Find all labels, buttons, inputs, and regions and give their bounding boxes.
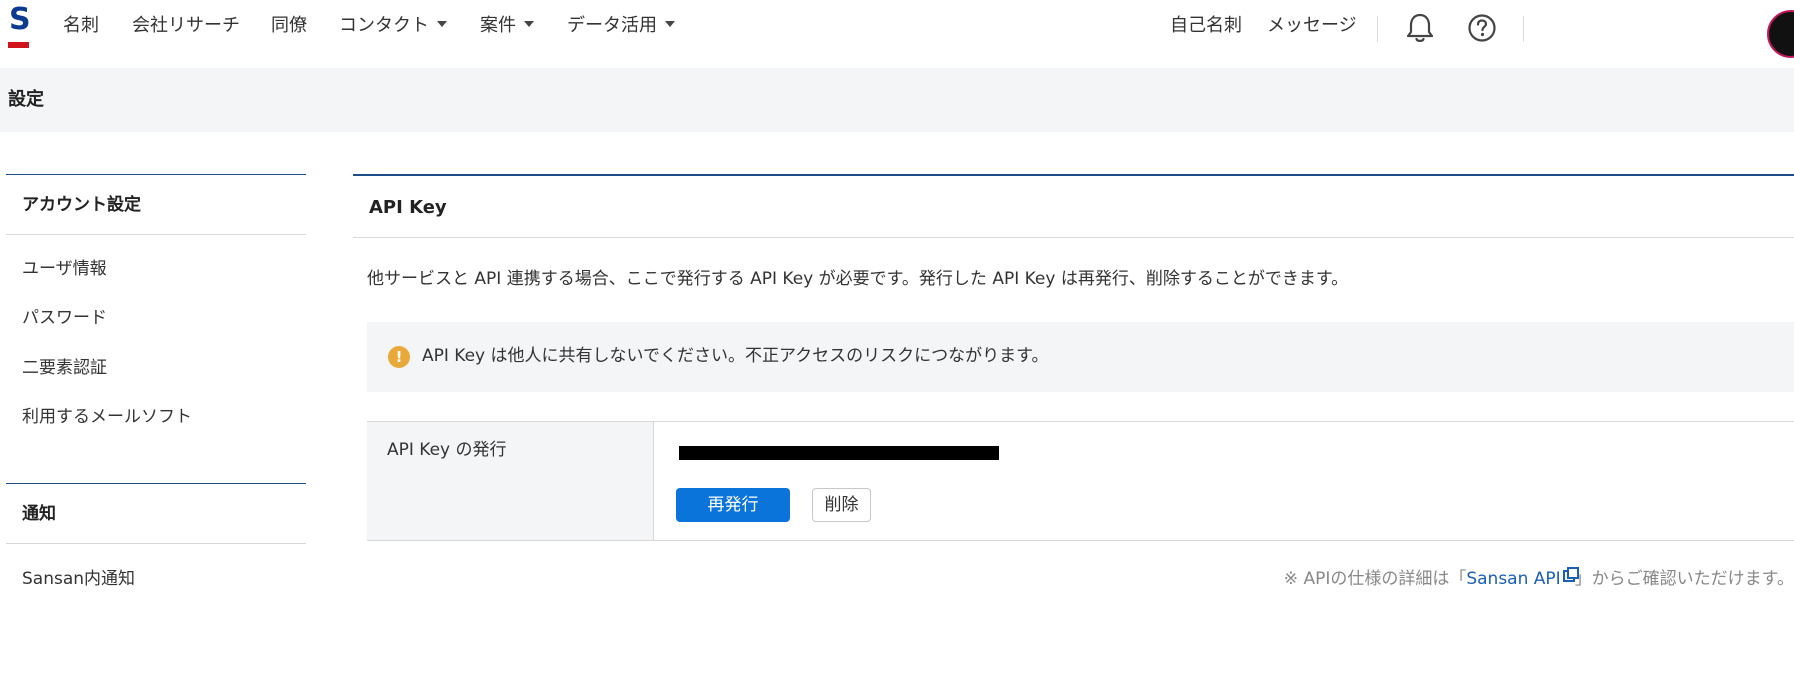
sidebar-item-sansan-notifications[interactable]: Sansan内通知 <box>22 567 135 591</box>
top-navigation: S 名刺 会社リサーチ 同僚 コンタクト 案件 データ活用 自己名刺 メッセージ <box>0 0 1794 68</box>
page-header: 設定 <box>0 68 1794 132</box>
warning-banner: ! API Key は他人に共有しないでください。不正アクセスのリスクにつながり… <box>367 322 1794 392</box>
nav-item-colleagues[interactable]: 同僚 <box>271 14 307 38</box>
api-footnote: ※ APIの仕様の詳細は「Sansan API 」からご確認いただけます。 <box>1284 567 1794 591</box>
reissue-button[interactable]: 再発行 <box>676 488 790 522</box>
chevron-down-icon <box>665 21 675 27</box>
sansan-api-link[interactable]: Sansan API <box>1466 567 1579 589</box>
help-circle-icon[interactable] <box>1464 10 1500 46</box>
sansan-logo[interactable]: S <box>7 2 31 48</box>
nav-item-label: 名刺 <box>63 15 99 36</box>
nav-item-company-research[interactable]: 会社リサーチ <box>132 14 240 38</box>
nav-item-contacts[interactable]: コンタクト <box>339 14 447 38</box>
nav-divider <box>1377 16 1378 42</box>
avatar[interactable] <box>1767 10 1794 58</box>
api-key-table: API Key の発行 再発行 削除 <box>367 421 1794 541</box>
logo-letter: S <box>9 2 31 37</box>
bell-icon[interactable] <box>1402 10 1438 46</box>
nav-item-cards[interactable]: 名刺 <box>63 14 99 38</box>
page-title: 設定 <box>8 89 44 110</box>
chevron-down-icon <box>437 21 447 27</box>
logo-underline <box>8 42 29 48</box>
link-label: Sansan API <box>1466 569 1561 589</box>
warning-text: API Key は他人に共有しないでください。不正アクセスのリスクにつながります… <box>422 346 1049 366</box>
delete-button[interactable]: 削除 <box>812 488 871 522</box>
sidebar-section-account: アカウント設定 <box>6 174 306 235</box>
nav-item-label: 自己名刺 <box>1170 15 1242 36</box>
nav-item-deals[interactable]: 案件 <box>480 14 534 38</box>
api-key-description: 他サービスと API 連携する場合、ここで発行する API Key が必要です。… <box>367 269 1349 289</box>
nav-item-label: メッセージ <box>1267 15 1357 36</box>
footnote-suffix: 」からご確認いただけます。 <box>1574 569 1794 589</box>
external-link-icon <box>1562 567 1579 582</box>
chevron-down-icon <box>524 21 534 27</box>
nav-divider <box>1523 16 1524 42</box>
sidebar-section-notifications: 通知 <box>6 483 306 544</box>
sidebar-item-two-factor[interactable]: 二要素認証 <box>22 356 107 380</box>
nav-item-label: データ活用 <box>567 15 657 36</box>
nav-item-label: 案件 <box>480 15 516 36</box>
nav-item-data-usage[interactable]: データ活用 <box>567 14 675 38</box>
warning-icon: ! <box>388 346 410 368</box>
nav-my-card[interactable]: 自己名刺 <box>1170 14 1242 38</box>
nav-item-label: 会社リサーチ <box>132 15 240 36</box>
nav-messages[interactable]: メッセージ <box>1267 14 1357 38</box>
footnote-prefix: ※ APIの仕様の詳細は「 <box>1283 569 1467 589</box>
redacted-api-key <box>679 446 999 460</box>
sidebar-item-user-info[interactable]: ユーザ情報 <box>22 257 107 281</box>
sidebar-section-title: 通知 <box>6 484 306 544</box>
nav-item-label: コンタクト <box>339 15 429 36</box>
api-key-card-header: API Key <box>353 174 1794 238</box>
nav-item-label: 同僚 <box>271 15 307 36</box>
table-row-label-cell: API Key の発行 <box>367 422 654 540</box>
api-key-issue-label: API Key の発行 <box>387 440 507 460</box>
section-title: API Key <box>369 197 447 218</box>
sidebar-item-mail-software[interactable]: 利用するメールソフト <box>22 405 192 429</box>
sidebar-section-title: アカウント設定 <box>6 175 306 235</box>
sidebar-item-password[interactable]: パスワード <box>22 306 107 330</box>
